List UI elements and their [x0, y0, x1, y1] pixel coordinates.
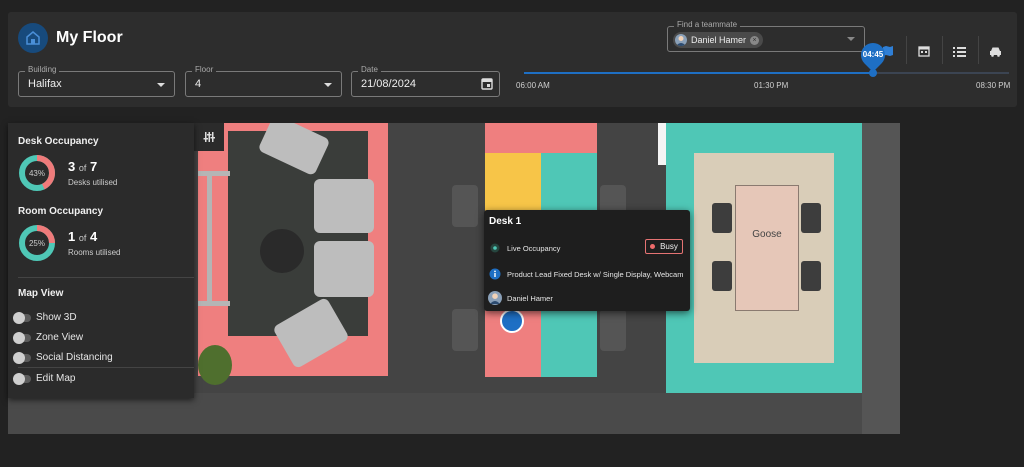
- panel-divider: [18, 367, 194, 368]
- floor-value: 4: [195, 78, 202, 90]
- floor-label: Floor: [192, 65, 217, 75]
- desk-occupancy-count: 3 of 7: [68, 159, 97, 174]
- wall-panel: [658, 123, 666, 165]
- room-total: 4: [90, 229, 98, 244]
- page-title: My Floor: [56, 29, 123, 46]
- status-badge: Busy: [645, 239, 683, 254]
- desk-chair[interactable]: [600, 309, 626, 351]
- desk-occupancy-donut: 43%: [19, 155, 55, 191]
- wall: [862, 123, 900, 434]
- building-select[interactable]: Building Halifax: [18, 65, 175, 97]
- meeting-chair[interactable]: [801, 261, 821, 291]
- desk-chair[interactable]: [452, 309, 478, 351]
- teammate-chip-label: Daniel Hamer: [691, 35, 747, 45]
- corridor: [8, 393, 900, 434]
- info-icon: [489, 268, 501, 280]
- desk-total: 7: [90, 159, 98, 174]
- room-occupancy-donut: 25%: [19, 225, 55, 261]
- sliders-icon: [203, 132, 215, 142]
- room-label: Goose: [752, 229, 782, 240]
- live-occupancy-icon: [490, 243, 500, 253]
- teammate-chip[interactable]: Daniel Hamer ×: [673, 32, 764, 48]
- chevron-down-icon[interactable]: [847, 37, 855, 41]
- desk-occupancy-title: Desk Occupancy: [18, 136, 99, 147]
- desk-title: Desk 1: [489, 216, 522, 227]
- rail: [198, 301, 230, 306]
- chevron-down-icon: [324, 83, 332, 87]
- busy-dot-icon: [650, 244, 656, 249]
- desk-occupancy-percent: 43%: [29, 169, 45, 178]
- toolbar-divider: [906, 36, 907, 64]
- car-icon: [989, 47, 1001, 57]
- floor-select[interactable]: Floor 4: [185, 65, 342, 97]
- zone-view-label: Zone View: [36, 332, 84, 343]
- panel-divider: [18, 277, 194, 278]
- room-occupancy-title: Room Occupancy: [18, 206, 104, 217]
- desk-description: Product Lead Fixed Desk w/ Single Displa…: [507, 270, 684, 279]
- salmon-zone[interactable]: [485, 123, 597, 153]
- of-label: of: [78, 233, 87, 243]
- calendar-icon: [918, 46, 930, 57]
- occupancy-panel: Desk Occupancy 43% 3 of 7 Desks utilised…: [8, 123, 194, 398]
- plant-icon: [198, 345, 232, 385]
- rail: [198, 171, 230, 176]
- social-distancing-toggle[interactable]: [13, 352, 31, 364]
- teammate-avatar-marker[interactable]: [500, 309, 524, 333]
- calendar-view-button[interactable]: [913, 40, 935, 62]
- desk-occupancy-sub: Desks utilised: [68, 178, 118, 187]
- desk-yellow[interactable]: [485, 153, 541, 211]
- chevron-down-icon: [157, 83, 165, 87]
- desk-chair[interactable]: [452, 185, 478, 227]
- room-occupancy-percent: 25%: [29, 239, 45, 248]
- zone-view-toggle[interactable]: [13, 332, 31, 344]
- chair[interactable]: [314, 179, 374, 233]
- desk-person: Daniel Hamer: [507, 294, 553, 303]
- list-icon: [952, 46, 966, 57]
- map-view-title: Map View: [18, 288, 64, 299]
- edit-map-toggle[interactable]: [13, 373, 31, 385]
- room-occupancy-count: 1 of 4: [68, 229, 97, 244]
- date-value: 21/08/2024: [361, 78, 417, 90]
- avatar: [675, 34, 687, 46]
- timeline-start-label: 06:00 AM: [516, 81, 550, 90]
- floor-logo-icon: [18, 23, 48, 53]
- meeting-chair[interactable]: [801, 203, 821, 233]
- parking-view-button[interactable]: [984, 40, 1006, 62]
- show-3d-toggle[interactable]: [13, 312, 31, 324]
- find-teammate-field[interactable]: Find a teammate Daniel Hamer ×: [667, 20, 865, 52]
- rail: [207, 171, 212, 306]
- building-label: Building: [25, 65, 60, 75]
- status-label: Busy: [660, 242, 678, 251]
- desk-info-popup: Desk 1 Live Occupancy Busy Product Lead …: [484, 210, 690, 311]
- timeline-handle[interactable]: [869, 69, 877, 77]
- avatar: [488, 291, 502, 305]
- date-label: Date: [358, 65, 381, 75]
- find-teammate-label: Find a teammate: [674, 20, 741, 30]
- timeline-current-time: 04:45: [862, 50, 884, 59]
- timeline-end-label: 08:30 PM: [976, 81, 1011, 90]
- round-table[interactable]: [260, 229, 304, 273]
- meeting-chair[interactable]: [712, 261, 732, 291]
- of-label: of: [78, 163, 87, 173]
- edit-map-label: Edit Map: [36, 373, 76, 384]
- desk-count: 3: [68, 159, 76, 174]
- timeline-mid-label: 01:30 PM: [754, 81, 789, 90]
- toolbar-divider: [978, 36, 979, 64]
- social-distancing-label: Social Distancing: [36, 352, 113, 363]
- building-value: Halifax: [28, 78, 62, 90]
- toolbar-divider: [942, 36, 943, 64]
- show-3d-label: Show 3D: [36, 312, 77, 323]
- list-view-button[interactable]: [948, 40, 970, 62]
- timeline-progress: [524, 72, 874, 74]
- chair[interactable]: [314, 241, 374, 297]
- room-count: 1: [68, 229, 76, 244]
- live-occupancy-label: Live Occupancy: [507, 244, 561, 253]
- room-occupancy-sub: Rooms utilised: [68, 248, 121, 257]
- chip-remove-icon[interactable]: ×: [750, 35, 760, 45]
- meeting-chair[interactable]: [712, 203, 732, 233]
- date-field[interactable]: Date 21/08/2024: [351, 65, 500, 97]
- calendar-picker-icon[interactable]: [481, 77, 493, 95]
- meeting-table[interactable]: [735, 185, 799, 311]
- filter-button[interactable]: [194, 123, 224, 151]
